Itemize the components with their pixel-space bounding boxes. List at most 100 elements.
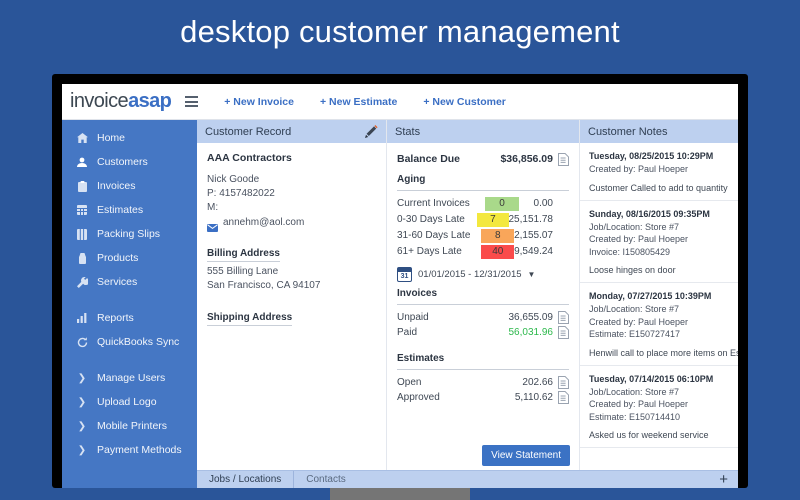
stats-panel: Stats Balance Due $36,856.09 Aging Curre… (387, 120, 580, 488)
panel-title: Stats (395, 125, 421, 138)
note-item[interactable]: Tuesday, 08/25/2015 10:29PM Created by: … (580, 143, 738, 201)
app-screen: invoiceasap + New Invoice + New Estimate… (62, 84, 738, 488)
note-date: Monday, 07/27/2015 10:39PM (589, 291, 712, 301)
sidebar-divider-1 (62, 294, 197, 306)
invoices-title: Invoices (397, 288, 438, 299)
note-date: Tuesday, 07/14/2015 06:10PM (589, 373, 714, 384)
note-meta: Job/Location: Store #7 (589, 304, 680, 314)
product-icon (74, 252, 90, 264)
sidebar-item-label: Mobile Printers (97, 420, 168, 432)
sidebar-divider-2 (62, 354, 197, 366)
aging-amount: 0.00 (533, 198, 553, 209)
estimate-label: Approved (397, 392, 440, 403)
customer-record-panel: Customer Record AAA Contractors Nick Goo… (197, 120, 387, 488)
aging-label: 31-60 Days Late (397, 230, 471, 241)
chevron-right-icon: ❯ (77, 372, 87, 384)
invoice-value: 56,031.96 (508, 327, 554, 338)
aging-label: Current Invoices (397, 198, 470, 209)
note-meta: Invoice: I150805429 (589, 246, 671, 257)
new-invoice-link[interactable]: + New Invoice (224, 96, 294, 108)
sidebar-item-customers[interactable]: Customers (62, 150, 197, 174)
sidebar-item-estimates[interactable]: Estimates (62, 198, 197, 222)
customer-notes-header: Customer Notes (580, 120, 738, 143)
sidebar-item-reports[interactable]: Reports (62, 306, 197, 330)
document-icon[interactable] (558, 376, 569, 389)
stats-header: Stats (387, 120, 579, 143)
tab-contacts[interactable]: Contacts (294, 471, 357, 489)
note-item[interactable]: Tuesday, 07/14/2015 06:10PM Job/Location… (580, 366, 738, 448)
chevron-right-icon: ❯ (77, 444, 87, 456)
customer-email-row[interactable]: annehm@aol.com (207, 216, 376, 232)
sidebar-item-payment-methods[interactable]: ❯ Payment Methods (62, 438, 197, 462)
note-meta: Job/Location: Store #7 (589, 386, 680, 397)
sidebar: Home Customers Invoices Estimates Packin… (62, 120, 197, 488)
invoice-icon (74, 180, 90, 192)
note-meta: Estimate: E150727417 (589, 329, 681, 339)
document-icon[interactable] (558, 326, 569, 339)
sidebar-item-label: Invoices (97, 180, 136, 192)
tab-jobs-locations[interactable]: Jobs / Locations (197, 470, 295, 488)
panel-title: Customer Record (205, 125, 292, 138)
document-icon[interactable] (558, 311, 569, 324)
estimates-title: Estimates (397, 353, 445, 364)
sidebar-item-quickbooks-sync[interactable]: QuickBooks Sync (62, 330, 197, 354)
note-meta: Created by: Paul Hoeper (589, 399, 689, 409)
invoice-row-paid: Paid 56,031.96 (397, 325, 569, 340)
logo-text-asap: asap (128, 90, 172, 112)
sidebar-item-products[interactable]: Products (62, 246, 197, 270)
document-icon[interactable] (558, 391, 569, 404)
billing-line-2: San Francisco, CA 94107 (207, 280, 321, 291)
view-statement-button[interactable]: View Statement (482, 445, 570, 466)
sidebar-item-label: Manage Users (97, 372, 166, 384)
pencil-icon[interactable] (365, 125, 378, 138)
aging-count: 0 (485, 197, 519, 211)
sidebar-item-services[interactable]: Services (62, 270, 197, 294)
date-range-selector[interactable]: 31 01/01/2015 - 12/31/2015 ▼ (397, 267, 569, 282)
customer-email: annehm@aol.com (223, 217, 305, 228)
customer-record-body: AAA Contractors Nick Goode P: 4157482022… (197, 143, 386, 326)
note-item[interactable]: Sunday, 08/16/2015 09:35PM Job/Location:… (580, 201, 738, 283)
aging-count: 7 (477, 213, 509, 227)
hamburger-icon[interactable] (185, 96, 199, 107)
user-icon (74, 157, 90, 167)
note-item[interactable]: Monday, 07/27/2015 10:39PM Job/Location:… (580, 283, 738, 366)
sidebar-item-label: Payment Methods (97, 444, 182, 456)
invoice-value: 36,655.09 (508, 312, 554, 323)
sidebar-item-upload-logo[interactable]: ❯ Upload Logo (62, 390, 197, 414)
sidebar-item-label: Home (97, 132, 126, 144)
note-date: Tuesday, 08/25/2015 10:29PM (589, 151, 714, 161)
sidebar-item-invoices[interactable]: Invoices (62, 174, 197, 198)
sidebar-item-mobile-printers[interactable]: ❯ Mobile Printers (62, 414, 197, 438)
caret-down-icon: ▼ (527, 270, 536, 279)
note-meta: Created by: Paul Hoeper (589, 234, 689, 244)
grid-icon (74, 205, 90, 215)
top-navigation: + New Invoice + New Estimate + New Custo… (224, 96, 506, 108)
estimate-row-approved: Approved 5,110.62 (397, 390, 569, 405)
sidebar-item-label: Estimates (97, 204, 144, 216)
sidebar-item-packing-slips[interactable]: Packing Slips (62, 222, 197, 246)
sidebar-item-label: Reports (97, 312, 134, 324)
sidebar-item-home[interactable]: Home (62, 126, 197, 150)
app-body: Home Customers Invoices Estimates Packin… (62, 120, 738, 488)
box-icon (74, 228, 90, 240)
note-date: Sunday, 08/16/2015 09:35PM (589, 208, 710, 219)
app-logo[interactable]: invoiceasap (70, 90, 172, 113)
billing-line-1: 555 Billing Lane (207, 266, 279, 277)
aging-row: 61+ Days Late 40 9,549.24 (397, 244, 569, 260)
shipping-address-title: Shipping Address (207, 312, 293, 326)
sync-icon (74, 336, 90, 348)
sidebar-item-manage-users[interactable]: ❯ Manage Users (62, 366, 197, 390)
page-title: desktop customer management (180, 14, 620, 49)
aging-label: 61+ Days Late (397, 246, 462, 257)
add-tab-button[interactable]: + (709, 471, 738, 488)
aging-row: 31-60 Days Late 8 2,155.07 (397, 228, 569, 244)
note-meta: Created by: Paul Hoeper (589, 316, 689, 327)
note-body: Customer Called to add to quantity (589, 182, 728, 193)
new-customer-link[interactable]: + New Customer (423, 96, 506, 108)
sidebar-item-label: Upload Logo (97, 396, 157, 408)
aging-count: 8 (481, 229, 515, 243)
document-icon[interactable] (558, 153, 569, 166)
balance-due-label: Balance Due (397, 153, 461, 165)
new-estimate-link[interactable]: + New Estimate (320, 96, 397, 108)
home-icon (74, 133, 90, 143)
